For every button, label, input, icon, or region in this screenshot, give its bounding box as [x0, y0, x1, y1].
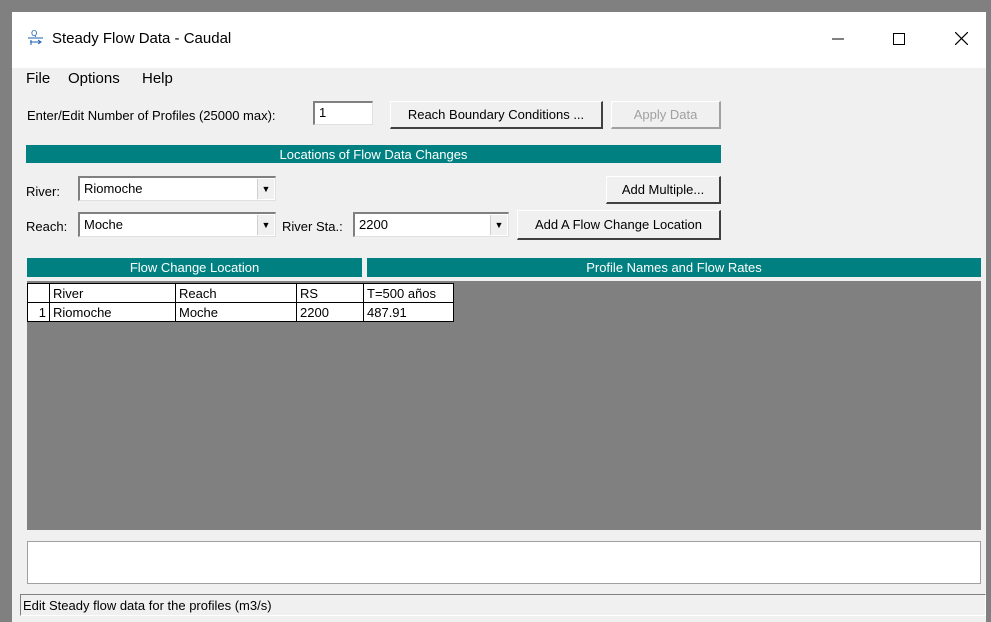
cell-river[interactable]: Riomoche [49, 302, 176, 322]
column-header-rs: RS [296, 283, 364, 303]
cell-rs[interactable]: 2200 [296, 302, 364, 322]
status-bar: Edit Steady flow data for the profiles (… [20, 594, 986, 616]
add-multiple-button[interactable]: Add Multiple... [606, 176, 721, 204]
cell-flow-rate[interactable]: 487.91 [363, 302, 454, 322]
outer-frame-right [986, 12, 991, 622]
column-header-profile: T=500 años [363, 283, 454, 303]
profiles-label: Enter/Edit Number of Profiles (25000 max… [27, 108, 276, 123]
river-label: River: [26, 184, 60, 199]
table-row: 1 Riomoche Moche 2200 487.91 [27, 302, 454, 322]
river-select-value: Riomoche [84, 181, 143, 196]
minimize-button[interactable] [815, 20, 861, 60]
menu-options[interactable]: Options [68, 70, 120, 87]
menu-help[interactable]: Help [142, 70, 173, 87]
column-header-river: River [49, 283, 176, 303]
apply-data-button[interactable]: Apply Data [611, 101, 721, 129]
cell-reach[interactable]: Moche [175, 302, 297, 322]
chevron-down-icon[interactable]: ▼ [257, 215, 274, 235]
locations-header: Locations of Flow Data Changes [26, 145, 721, 163]
flow-change-location-header: Flow Change Location [27, 258, 362, 277]
maximize-button[interactable] [876, 20, 922, 60]
river-station-label: River Sta.: [282, 219, 343, 234]
svg-text:Q: Q [31, 29, 37, 38]
window-title: Steady Flow Data - Caudal [52, 30, 232, 47]
row-index: 1 [27, 302, 50, 322]
close-icon [954, 31, 968, 48]
reach-select-value: Moche [84, 217, 124, 232]
reach-label: Reach: [26, 219, 68, 234]
message-box [27, 541, 981, 584]
profile-names-header: Profile Names and Flow Rates [367, 258, 981, 277]
maximize-icon [893, 32, 905, 48]
reach-boundary-conditions-button[interactable]: Reach Boundary Conditions ... [390, 101, 603, 129]
river-station-select[interactable]: 2200 ▼ [353, 212, 509, 237]
hec-ras-flow-icon: Q [27, 28, 45, 46]
river-station-select-value: 2200 [359, 217, 388, 232]
menu-file[interactable]: File [26, 70, 50, 87]
outer-frame-top [0, 0, 991, 12]
chevron-down-icon[interactable]: ▼ [490, 215, 507, 235]
minimize-icon [832, 33, 844, 48]
add-flow-change-location-button[interactable]: Add A Flow Change Location [517, 210, 721, 240]
close-button[interactable] [938, 20, 984, 60]
outer-frame-left [0, 12, 12, 622]
flow-data-table: River Reach RS T=500 años 1 Riomoche Moc… [27, 283, 454, 322]
table-header-row: River Reach RS T=500 años [27, 283, 454, 303]
reach-select[interactable]: Moche ▼ [78, 212, 276, 237]
profiles-count-input[interactable]: 1 [313, 101, 373, 125]
column-header-reach: Reach [175, 283, 297, 303]
row-index-header [27, 283, 50, 303]
river-select[interactable]: Riomoche ▼ [78, 176, 276, 201]
chevron-down-icon[interactable]: ▼ [257, 179, 274, 199]
